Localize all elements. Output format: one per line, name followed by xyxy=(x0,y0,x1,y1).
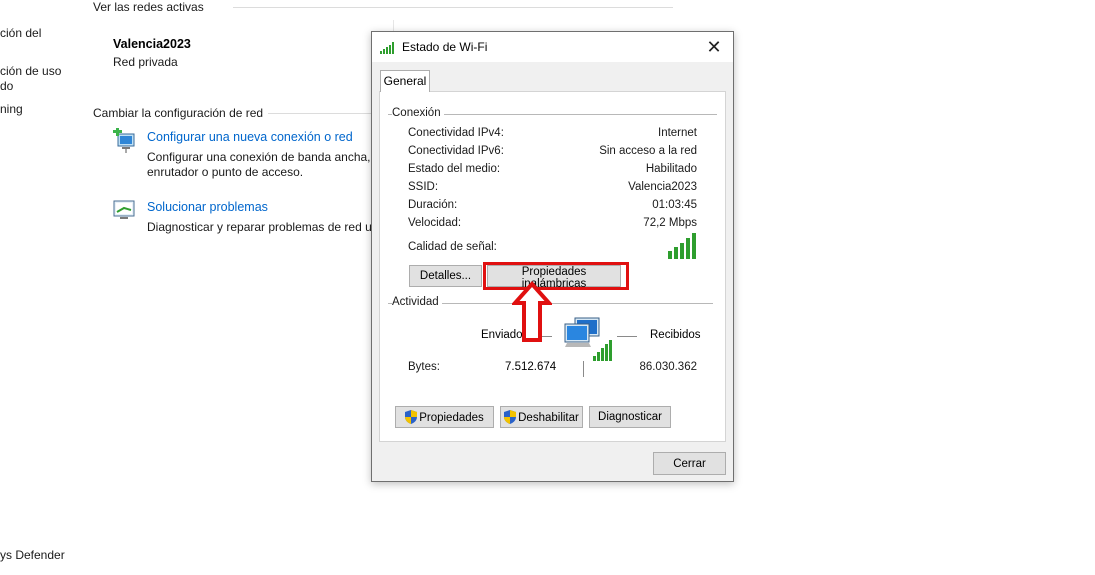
speed-value: 72,2 Mbps xyxy=(643,217,697,229)
close-button[interactable]: Cerrar xyxy=(653,452,726,475)
change-config-header: Cambiar la configuración de red xyxy=(93,106,264,120)
wifi-status-dialog: Estado de Wi-Fi ✕ General Conexión Conec… xyxy=(371,31,734,482)
troubleshoot-desc: Diagnosticar y reparar problemas de red … xyxy=(147,220,372,234)
divider xyxy=(233,7,673,8)
details-button[interactable]: Detalles... xyxy=(409,265,482,287)
troubleshoot-link[interactable]: Solucionar problemas xyxy=(147,200,268,214)
ipv6-value: Sin acceso a la red xyxy=(599,145,697,157)
troubleshoot-icon xyxy=(113,200,135,219)
bytes-label: Bytes: xyxy=(408,361,440,373)
dialog-titlebar[interactable]: Estado de Wi-Fi ✕ xyxy=(372,32,733,62)
bytes-sent-value: 7.512.674 xyxy=(505,361,557,373)
media-state-value: Habilitado xyxy=(645,163,697,175)
new-connection-desc: Configurar una conexión de banda ancha, xyxy=(147,150,371,164)
highlight-box xyxy=(483,262,629,290)
new-connection-icon xyxy=(113,128,135,153)
properties-button[interactable]: Propiedades xyxy=(395,406,494,428)
received-label: Recibidos xyxy=(650,329,701,341)
signal-strength-icon xyxy=(668,233,696,259)
duration-value: 01:03:45 xyxy=(652,199,697,211)
left-nav-item[interactable]: do xyxy=(0,79,13,93)
divider xyxy=(268,113,378,114)
signal-quality-label: Calidad de señal: xyxy=(408,241,497,253)
left-nav-item[interactable]: ción de uso xyxy=(0,64,61,78)
bytes-received-value: 86.030.362 xyxy=(639,361,697,373)
connection-group-label: Conexión xyxy=(392,107,444,119)
ssid-label: SSID: xyxy=(408,181,439,193)
left-nav-item[interactable]: ys Defender xyxy=(0,548,65,562)
ssid-value: Valencia2023 xyxy=(628,181,697,193)
activity-group-label: Actividad xyxy=(392,296,442,308)
new-connection-desc: enrutador o punto de acceso. xyxy=(147,165,304,179)
diagnose-button[interactable]: Diagnosticar xyxy=(589,406,671,428)
dialog-title: Estado de Wi-Fi xyxy=(402,40,488,54)
left-nav-item[interactable]: ning xyxy=(0,102,23,116)
disable-button-label: Deshabilitar xyxy=(518,412,579,424)
divider xyxy=(617,336,637,337)
divider xyxy=(583,361,584,377)
network-type: Red privada xyxy=(113,55,178,69)
properties-button-label: Propiedades xyxy=(419,412,484,424)
ipv4-label: Conectividad IPv4: xyxy=(408,127,504,139)
ipv6-label: Conectividad IPv6: xyxy=(408,145,504,157)
ipv4-value: Internet xyxy=(658,127,697,139)
arrow-up-icon xyxy=(512,281,552,342)
media-state-label: Estado del medio: xyxy=(408,163,501,175)
tab-general[interactable]: General xyxy=(380,70,430,92)
wifi-signal-icon xyxy=(380,42,394,54)
close-icon[interactable]: ✕ xyxy=(703,36,725,58)
network-computers-icon xyxy=(564,317,612,361)
duration-label: Duración: xyxy=(408,199,458,211)
active-networks-header: Ver las redes activas xyxy=(93,0,204,14)
uac-shield-icon xyxy=(405,410,418,424)
uac-shield-icon xyxy=(504,410,517,424)
network-name: Valencia2023 xyxy=(113,37,191,51)
new-connection-link[interactable]: Configurar una nueva conexión o red xyxy=(147,130,353,144)
disable-button[interactable]: Deshabilitar xyxy=(500,406,583,428)
speed-label: Velocidad: xyxy=(408,217,462,229)
left-nav-item[interactable]: ción del xyxy=(0,26,41,40)
